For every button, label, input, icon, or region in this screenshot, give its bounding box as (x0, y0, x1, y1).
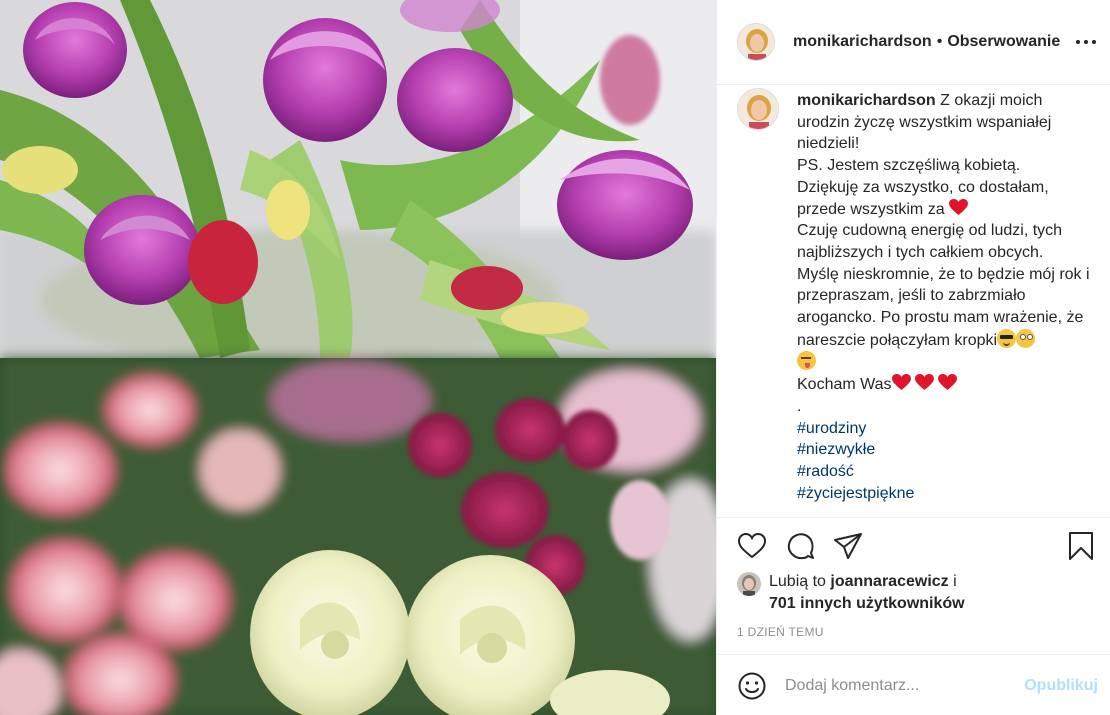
more-options-icon[interactable] (1074, 30, 1098, 54)
red-heart-emoji-icon (915, 374, 934, 391)
caption-line: PS. Jestem szczęśliwą kobietą. (797, 157, 1021, 175)
likes-prefix: Lubią to (769, 573, 826, 590)
share-icon[interactable] (833, 531, 863, 561)
sunglasses-emoji-icon (997, 328, 1017, 348)
post-caption: monikarichardson Z okazji moich urodzin … (737, 88, 1107, 516)
red-heart-emoji-icon (891, 374, 911, 391)
hashtag-link[interactable]: #radość (797, 461, 1093, 483)
likes-text: Lubią to joannaracewicz i 701 innych uży… (769, 571, 965, 615)
likes-summary: Lubią to joannaracewicz i 701 innych uży… (737, 571, 965, 615)
divider (717, 654, 1110, 655)
hashtag-link[interactable]: #życiejestpiękne (797, 483, 1093, 505)
avatar[interactable] (737, 23, 775, 61)
publish-comment-button[interactable]: Opublikuj (1024, 677, 1098, 695)
caption-line: Kocham Was (797, 376, 892, 394)
post-photo[interactable] (0, 0, 716, 715)
post-timestamp[interactable]: 1 DZIEŃ TEMU (737, 625, 824, 639)
following-button[interactable]: Obserwowanie (947, 33, 1060, 51)
caption-line: Myślę nieskromnie, że to będzie mój rok … (797, 265, 1090, 349)
header-username[interactable]: monikarichardson (793, 33, 932, 51)
red-heart-emoji-icon (938, 374, 958, 391)
post-header: monikarichardson • Obserwowanie (717, 0, 1110, 85)
likes-count-link[interactable]: 701 innych użytkowników (769, 595, 965, 612)
hashtag-link[interactable]: #urodziny (797, 418, 1093, 440)
instagram-post: monikarichardson • Obserwowanie monikari… (0, 0, 1110, 715)
liker-username[interactable]: joannaracewicz (830, 573, 948, 590)
comment-input[interactable] (785, 677, 1005, 695)
avatar-image (738, 89, 778, 129)
heart-outline-icon[interactable] (737, 531, 767, 561)
hashtag-link[interactable]: #niezwykłe (797, 439, 1093, 461)
avatar-image (738, 24, 774, 60)
header-dot: • (936, 33, 943, 50)
bookmark-icon[interactable] (1066, 531, 1096, 561)
post-actions (737, 530, 1096, 562)
emoji-icon[interactable] (737, 671, 767, 701)
caption-line: Dziękuję za wszystko, co dostałam, przed… (797, 178, 1049, 218)
eye-roll-emoji-icon (1016, 328, 1036, 348)
comment-icon[interactable] (785, 531, 815, 561)
red-heart-emoji-icon (949, 198, 968, 215)
caption-dot: . (797, 397, 802, 415)
zany-face-emoji-icon (797, 351, 816, 371)
caption-avatar[interactable] (737, 88, 779, 130)
post-side-panel: monikarichardson • Obserwowanie monikari… (716, 0, 1110, 715)
caption-username[interactable]: monikarichardson (797, 92, 936, 109)
caption-text: monikarichardson Z okazji moich urodzin … (797, 88, 1093, 516)
flowers-photo (0, 0, 716, 715)
caption-line: Czuję cudowną energię od ludzi, tych naj… (797, 222, 1063, 261)
divider (717, 517, 1110, 518)
comment-form: Opublikuj (737, 670, 1098, 702)
avatar-image (737, 572, 761, 596)
liker-avatar[interactable] (737, 572, 761, 596)
likes-connector: i (953, 573, 957, 590)
